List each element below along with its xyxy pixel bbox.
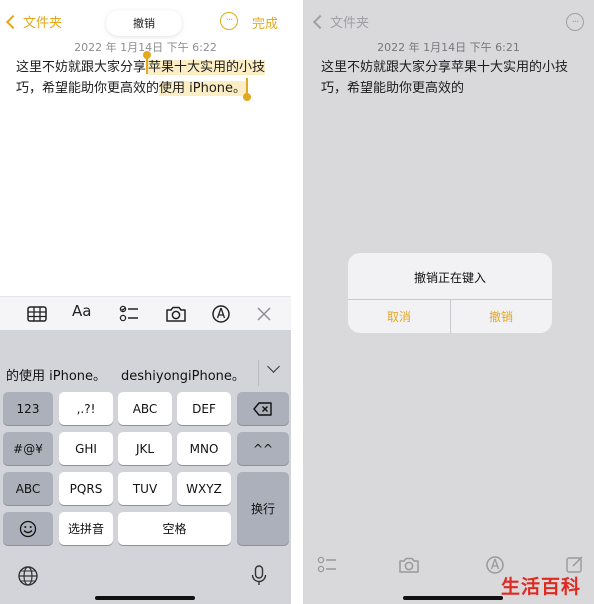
home-indicator xyxy=(95,596,195,600)
key-tuv[interactable]: TUV xyxy=(118,472,172,505)
note-text: 这里不妨就跟大家分享苹果十大实用的小技 xyxy=(321,60,569,75)
close-icon[interactable] xyxy=(253,304,275,324)
microphone-icon[interactable] xyxy=(249,564,269,588)
checklist-icon[interactable] xyxy=(118,304,140,324)
more-icon[interactable]: ··· xyxy=(220,12,238,30)
panel-divider xyxy=(291,0,303,604)
candidate-item[interactable]: 的使用 iPhone。 xyxy=(6,365,106,384)
note-text: 巧，希望能助你更高效的 xyxy=(321,81,465,96)
back-button[interactable]: 文件夹 xyxy=(307,12,369,31)
note-date: 2022 年 1月14日 下午 6:21 xyxy=(377,41,520,54)
selected-text: 使用 iPhone。 xyxy=(159,81,247,96)
camera-icon[interactable] xyxy=(165,304,187,324)
space-key[interactable]: 空格 xyxy=(118,512,231,545)
return-key[interactable]: 换行 xyxy=(237,472,289,545)
back-label: 文件夹 xyxy=(23,16,63,31)
key-wxyz[interactable]: WXYZ xyxy=(177,472,231,505)
chevron-down-icon[interactable] xyxy=(267,360,280,373)
globe-icon[interactable] xyxy=(17,565,39,587)
key-123[interactable]: 123 xyxy=(3,392,53,425)
key-mno[interactable]: MNO xyxy=(177,432,231,465)
undo-confirm-button[interactable]: 撤销 xyxy=(450,299,552,333)
candidate-item[interactable]: deshiyongiPhone。 xyxy=(121,365,245,384)
pinyin-select-key[interactable]: 选拼音 xyxy=(59,512,113,545)
key-abc[interactable]: ABC xyxy=(118,392,172,425)
delete-key[interactable] xyxy=(237,392,289,425)
selection-end-handle[interactable] xyxy=(243,78,252,101)
alert-title: 撤销正在键入 xyxy=(413,271,486,285)
selection-start-handle[interactable] xyxy=(143,51,152,74)
emoji-key[interactable] xyxy=(3,512,53,545)
emoji-icon xyxy=(19,520,37,537)
format-toolbar: Aa xyxy=(0,296,291,330)
watermark-logo: 生活百科 xyxy=(501,576,582,598)
table-icon[interactable] xyxy=(26,304,48,324)
cancel-button[interactable]: 取消 xyxy=(348,299,450,333)
key-emoticon[interactable]: ^^ xyxy=(237,432,289,465)
back-button[interactable]: 文件夹 xyxy=(4,12,62,31)
candidate-divider xyxy=(258,360,259,386)
chinese-keyboard: 的使用 iPhone。 deshiyongiPhone。 123 ,.?! AB… xyxy=(0,330,291,604)
home-indicator xyxy=(403,596,503,600)
key-punctuation[interactable]: ,.?! xyxy=(59,392,113,425)
note-body: 这里不妨就跟大家分享苹果十大实用的小技 巧，希望能助你更高效的 xyxy=(321,57,586,99)
key-abc-mode[interactable]: ABC xyxy=(3,472,53,505)
done-button[interactable]: 完成 xyxy=(252,13,278,32)
notes-editing-screen: 文件夹 撤销 ··· 完成 2022 年 1月14日 下午 6:22 这里不妨就… xyxy=(0,0,291,604)
undo-typing-alert: 撤销正在键入 取消 撤销 xyxy=(348,253,552,333)
camera-icon[interactable] xyxy=(398,555,420,575)
backspace-icon xyxy=(253,401,272,416)
selected-text: 苹果十大实用的小技 xyxy=(148,60,266,75)
text-format-icon[interactable]: Aa xyxy=(72,302,94,322)
chevron-left-icon xyxy=(312,14,328,29)
chevron-left-icon xyxy=(5,14,21,29)
checklist-icon[interactable] xyxy=(316,555,338,575)
key-symbols[interactable]: #@¥ xyxy=(3,432,53,465)
back-label: 文件夹 xyxy=(330,16,370,31)
nav-bar: 文件夹 撤销 ··· 完成 xyxy=(0,8,291,38)
markup-icon[interactable] xyxy=(210,304,232,324)
note-text: 这里不妨就跟大家分享 xyxy=(16,60,147,75)
undo-button[interactable]: 撤销 xyxy=(106,10,182,36)
more-icon[interactable]: ··· xyxy=(566,13,584,31)
key-jkl[interactable]: JKL xyxy=(118,432,172,465)
candidate-bar: 的使用 iPhone。 deshiyongiPhone。 xyxy=(0,352,291,392)
note-text: 巧，希望能助你更高效的 xyxy=(16,81,160,96)
key-pqrs[interactable]: PQRS xyxy=(59,472,113,505)
undo-typing-screen: 文件夹 ··· 2022 年 1月14日 下午 6:21 这里不妨就跟大家分享苹… xyxy=(303,0,594,604)
key-ghi[interactable]: GHI xyxy=(59,432,113,465)
note-body[interactable]: 这里不妨就跟大家分享 苹果十大实用的小技 巧，希望能助你更高效的使用 iPhone… xyxy=(16,51,286,101)
key-def[interactable]: DEF xyxy=(177,392,231,425)
